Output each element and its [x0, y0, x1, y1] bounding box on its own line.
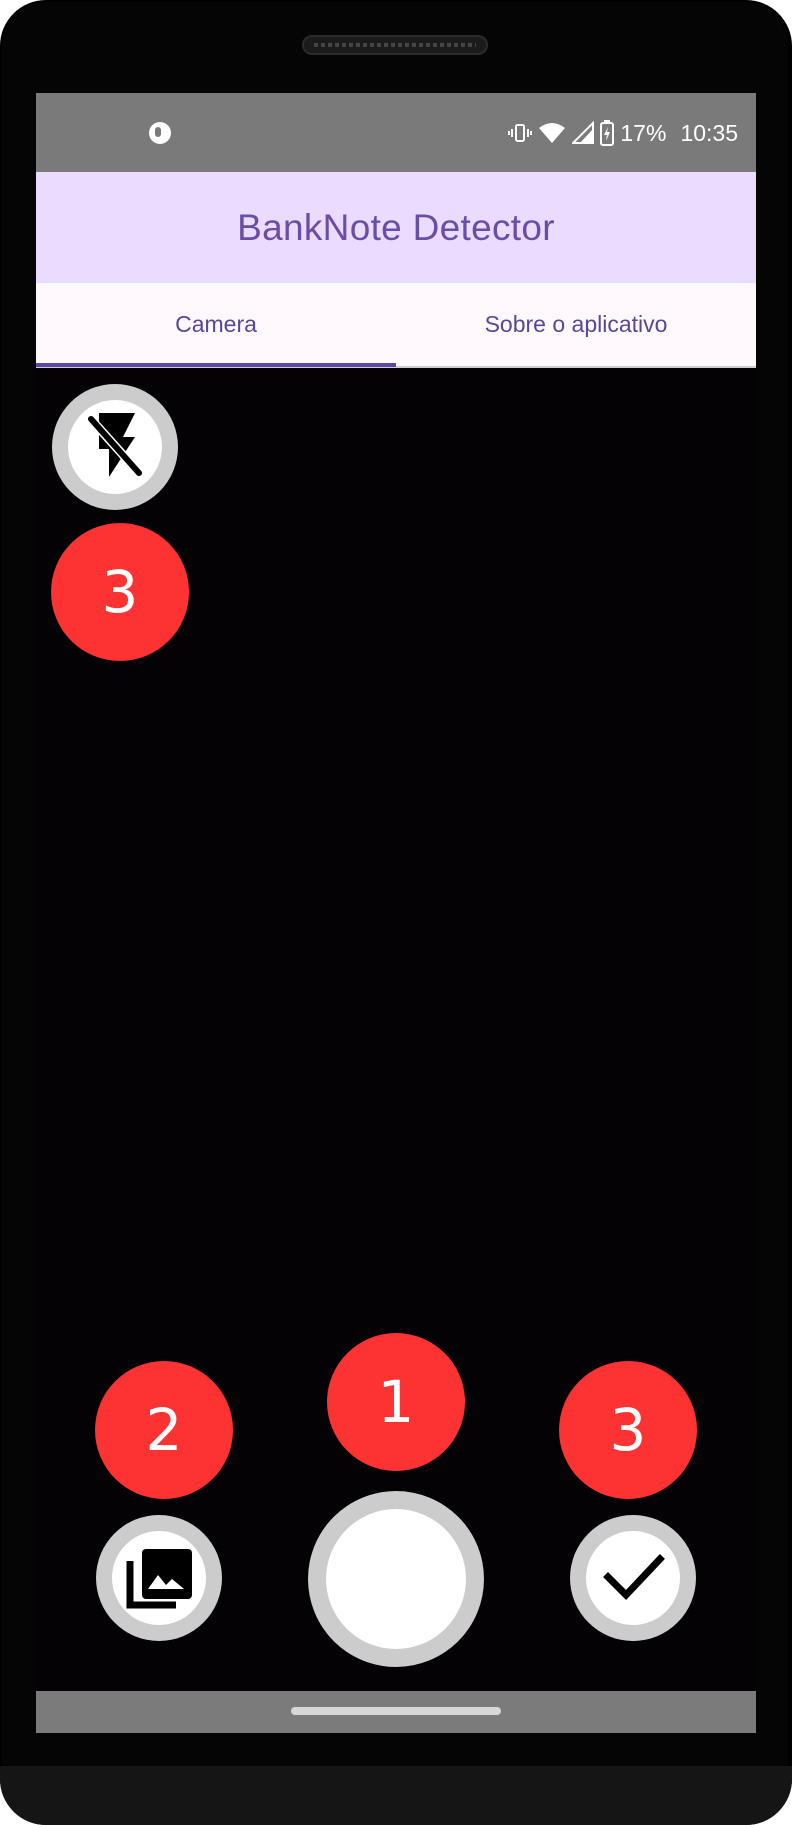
tutorial-badge-shutter: 1	[327, 1333, 465, 1471]
app-title: BankNote Detector	[237, 206, 555, 248]
earpiece-speaker	[302, 35, 488, 55]
signal-icon	[572, 121, 595, 145]
tab-bar: Camera Sobre o aplicativo	[36, 283, 756, 368]
tab-about[interactable]: Sobre o aplicativo	[396, 283, 756, 366]
tutorial-badge-gallery: 2	[95, 1361, 233, 1499]
battery-percent: 17%	[620, 119, 667, 146]
tab-camera[interactable]: Camera	[36, 283, 396, 366]
device-screen: 17% 10:35 BankNote Detector Camera Sobre…	[36, 93, 756, 1733]
tutorial-badge-confirm: 3	[559, 1361, 697, 1499]
tutorial-badge-flash: 3	[51, 523, 189, 661]
phone-frame: 17% 10:35 BankNote Detector Camera Sobre…	[0, 0, 792, 1825]
system-navigation-bar	[36, 1691, 756, 1733]
home-gesture-handle[interactable]	[291, 1707, 501, 1715]
wifi-icon	[538, 121, 566, 145]
tab-indicator	[36, 363, 396, 367]
photo-library-icon	[124, 1541, 194, 1615]
status-bar: 17% 10:35	[36, 93, 756, 172]
shutter-button[interactable]	[308, 1491, 484, 1667]
phone-chin	[0, 1766, 792, 1825]
battery-charging-icon	[600, 120, 615, 146]
check-icon	[598, 1541, 668, 1615]
confirm-button[interactable]	[570, 1515, 696, 1641]
flash-toggle-button[interactable]	[52, 384, 178, 510]
clock: 10:35	[680, 119, 738, 146]
app-notification-icon	[149, 122, 171, 144]
gallery-button[interactable]	[96, 1515, 222, 1641]
app-bar: BankNote Detector	[36, 172, 756, 283]
flash-off-icon	[79, 409, 151, 485]
vibrate-icon	[508, 121, 533, 145]
status-icons: 17% 10:35	[508, 115, 738, 151]
